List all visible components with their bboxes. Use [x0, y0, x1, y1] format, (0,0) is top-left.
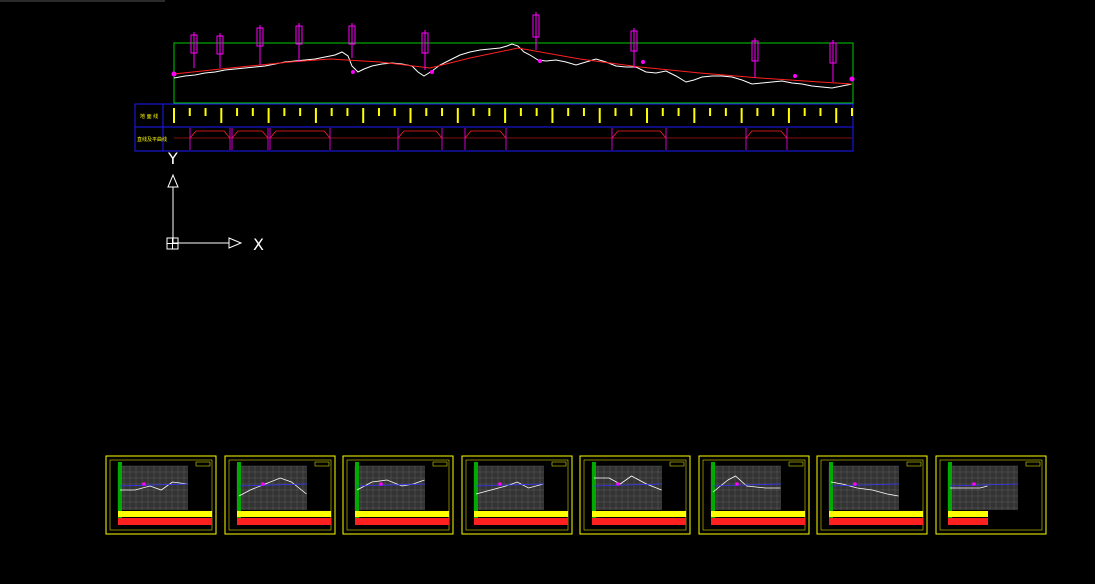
sheet-thumbnail[interactable]: [816, 455, 928, 535]
row-label-ground: 地 面 线: [140, 113, 158, 120]
jd-markers: [171, 12, 855, 82]
profile-drawing[interactable]: 地 面 线 直线及平曲线: [134, 12, 855, 152]
sheet-thumbnail[interactable]: [579, 455, 691, 535]
sheet-thumbnail[interactable]: [342, 455, 454, 535]
curve-segment: [189, 130, 231, 139]
curve-segment: [269, 130, 331, 139]
sheet-thumbnail[interactable]: [935, 455, 1047, 535]
ucs-y-label: Y: [167, 149, 178, 168]
curve-segment: [231, 130, 269, 139]
curve-segment: [611, 130, 667, 139]
sheet-thumbnail[interactable]: [105, 455, 217, 535]
profile-frame: [173, 42, 854, 104]
sheet-thumbnail[interactable]: [461, 455, 573, 535]
ucs-x-label: X: [253, 235, 264, 254]
ucs-icon: [166, 173, 243, 250]
ground-line: [173, 43, 853, 89]
curve-segment: [464, 130, 507, 139]
design-grade-line: [173, 47, 853, 85]
curve-segment: [745, 130, 788, 139]
curve-segment: [397, 130, 443, 139]
sheet-thumbnails[interactable]: [105, 455, 1047, 535]
profile-table: 地 面 线 直线及平曲线: [134, 103, 854, 152]
sheet-thumbnail[interactable]: [698, 455, 810, 535]
sheet-thumbnail[interactable]: [224, 455, 336, 535]
row-label-alignment: 直线及平曲线: [137, 136, 167, 143]
model-space[interactable]: 地 面 线 直线及平曲线 Y X: [0, 0, 1095, 584]
